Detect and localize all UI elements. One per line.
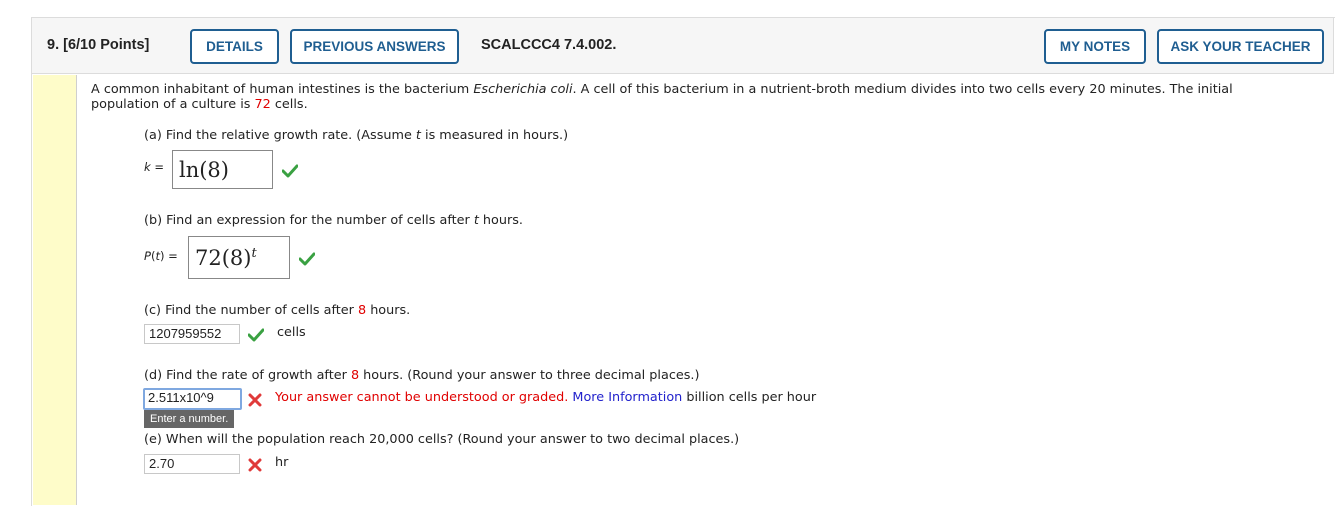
part-d-feedback: Your answer cannot be understood or grad… <box>275 390 816 405</box>
ask-your-teacher-button[interactable]: ASK YOUR TEACHER <box>1157 29 1324 64</box>
part-d-prompt: (d) Find the rate of growth after 8 hour… <box>144 368 700 383</box>
initial-population-value: 72 <box>254 97 271 112</box>
correct-check-icon <box>282 164 298 178</box>
incorrect-x-icon <box>248 458 262 472</box>
part-c-answer-input[interactable]: 1207959552 <box>144 324 240 344</box>
part-d-answer-input[interactable]: 2.511x10^9 <box>143 388 242 410</box>
question-status-sidebar <box>33 75 77 505</box>
part-b-label: P(t) = <box>144 249 178 263</box>
intro-line-2: population of a culture is 72 cells. <box>91 97 308 112</box>
more-information-link[interactable]: More Information <box>572 390 682 405</box>
bacterium-name: Escherichia coli <box>473 82 573 97</box>
previous-answers-button[interactable]: PREVIOUS ANSWERS <box>290 29 459 64</box>
part-b-answer-exponent: t <box>251 246 257 261</box>
part-e-prompt: (e) When will the population reach 20,00… <box>144 432 740 447</box>
question-header: 9. [6/10 Points] DETAILS PREVIOUS ANSWER… <box>31 17 1334 74</box>
part-c-prompt: (c) Find the number of cells after 8 hou… <box>144 303 411 318</box>
part-b-prompt: (b) Find an expression for the number of… <box>144 213 523 228</box>
part-c-unit: cells <box>277 325 306 340</box>
part-a-prompt: (a) Find the relative growth rate. (Assu… <box>144 128 569 143</box>
incorrect-x-icon <box>248 393 262 407</box>
correct-check-icon <box>248 328 264 342</box>
part-d-error-message: Your answer cannot be understood or grad… <box>275 390 569 405</box>
correct-check-icon <box>299 252 315 266</box>
part-b-answer-box[interactable]: 72(8) t <box>188 236 290 279</box>
part-d-hours-value: 8 <box>350 368 360 383</box>
intro-line-1: A common inhabitant of human intestines … <box>91 82 1233 97</box>
part-b-answer-base: 72(8) <box>195 245 252 270</box>
part-a-answer-box[interactable]: ln(8) <box>172 150 273 189</box>
part-e-unit: hr <box>275 455 289 470</box>
details-button[interactable]: DETAILS <box>190 29 279 64</box>
input-hint-tooltip: Enter a number. <box>144 410 235 428</box>
question-points-label: 9. [6/10 Points] <box>47 37 150 53</box>
problem-code: SCALCCC4 7.4.002. <box>481 37 617 53</box>
part-e-answer-input[interactable]: 2.70 <box>144 454 240 474</box>
my-notes-button[interactable]: MY NOTES <box>1044 29 1146 64</box>
part-c-hours-value: 8 <box>357 303 367 318</box>
part-a-label: k = <box>144 160 164 174</box>
problem-intro: A common inhabitant of human intestines … <box>91 82 1321 112</box>
part-d-unit: billion cells per hour <box>686 390 817 405</box>
